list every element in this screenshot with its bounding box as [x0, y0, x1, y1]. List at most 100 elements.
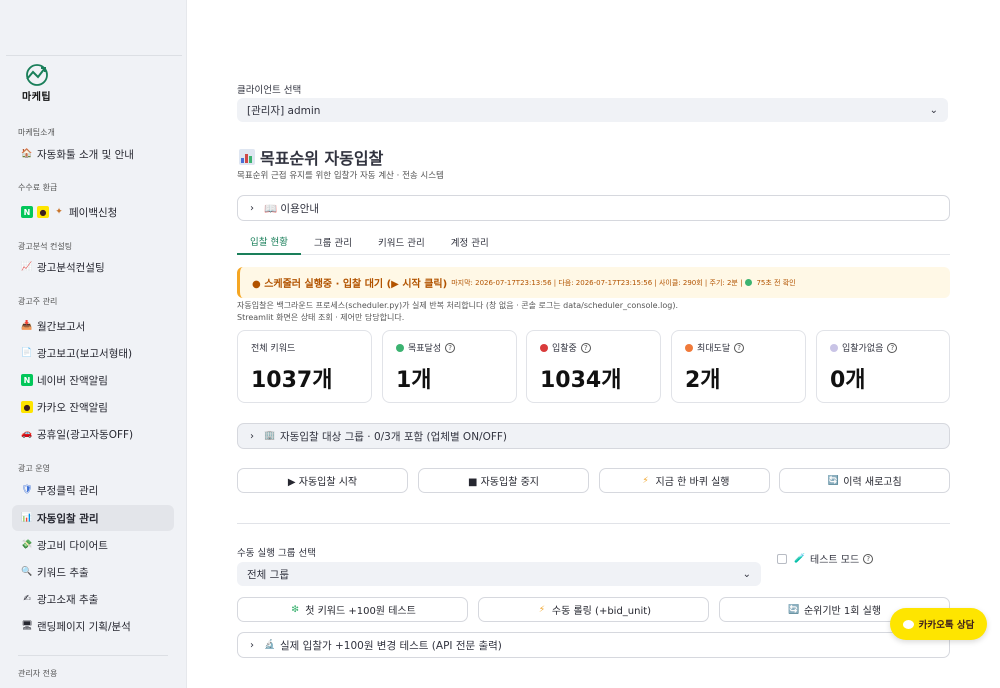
sidebar-item-payback[interactable]: N ● ✦ 페이백신청: [12, 199, 174, 225]
client-select-label: 클라이언트 선택: [237, 85, 302, 96]
metric-value: 1개: [396, 368, 432, 393]
purple-circle-icon: [830, 343, 838, 352]
refresh-icon: 🔄: [788, 604, 800, 615]
sidebar-item-intro[interactable]: 🏠 자동화툴 소개 및 안내: [12, 141, 174, 167]
monitor-icon: 🖥: [21, 621, 33, 631]
metric-label: 전체 키워드: [251, 344, 296, 354]
metric-label: 목표달성: [408, 344, 442, 354]
sidebar-item-label: 카카오 잔액알림: [37, 401, 108, 414]
tab-group-manage[interactable]: 그룹 관리: [301, 229, 365, 255]
sidebar-item-label: 월간보고서: [37, 320, 86, 333]
section-label-admin: 관리자 전용: [18, 669, 58, 678]
start-auto-bid-button[interactable]: ▶ 자동입찰 시작: [237, 468, 408, 493]
client-select[interactable]: [관리자] admin ⌄: [237, 98, 948, 122]
rank-based-run-label: 순위기반 1회 실행: [803, 606, 882, 617]
test-mode-toggle[interactable]: 🧪 테스트 모드 ?: [777, 551, 874, 566]
metric-value: 0개: [830, 368, 866, 393]
sidebar-item-naver-balance[interactable]: N 네이버 잔액알림: [12, 367, 174, 393]
chevron-right-icon: ›: [250, 430, 254, 442]
chevron-right-icon: ›: [250, 639, 254, 651]
refresh-history-button[interactable]: 🔄 이력 새로고침: [779, 468, 950, 493]
scheduler-note: 자동입찰은 백그라운드 프로세스(scheduler.py)가 실제 반복 처리…: [237, 300, 957, 324]
scheduler-status-check-text: 75초 전 확인: [756, 278, 796, 287]
metric-label-row: 목표달성?: [396, 341, 503, 354]
scheduler-note-line1: 자동입찰은 백그라운드 프로세스(scheduler.py)가 실제 반복 처리…: [237, 301, 678, 310]
api-test-expander[interactable]: › 🔬 실제 입찰가 +100원 변경 테스트 (API 전문 출력): [237, 632, 950, 658]
scheduler-note-line2: Streamlit 화면은 상태 조회 · 제어만 담당합니다.: [237, 313, 405, 322]
sidebar-item-landing-page[interactable]: 🖥 랜딩페이지 기획/분석: [12, 613, 174, 639]
house-icon: 🏠: [21, 149, 33, 159]
orange-circle-icon: [685, 343, 693, 352]
manual-rolling-button[interactable]: ⚡ 수동 롤링 (+bid_unit): [478, 597, 709, 622]
ginger-icon: ✦: [55, 207, 63, 217]
section-divider: [237, 523, 950, 524]
sidebar-divider: [6, 55, 182, 56]
metric-card-total: 전체 키워드 1037개: [237, 330, 372, 403]
scheduler-status-text: ● 스케줄러 실행중 · 입찰 대기 (▶ 시작 클릭): [252, 279, 448, 290]
chat-bubble-icon: [902, 619, 914, 629]
building-icon: 🏢: [264, 431, 276, 441]
sidebar-item-label: 페이백신청: [69, 206, 118, 219]
sidebar-item-analysis[interactable]: 📈 광고분석컨설팅: [12, 254, 174, 280]
refresh-history-label: 이력 새로고침: [843, 477, 902, 488]
manual-group-label: 수동 실행 그룹 선택: [237, 548, 316, 559]
api-test-expander-label: 실제 입찰가 +100원 변경 테스트 (API 전문 출력): [280, 639, 502, 652]
test-mode-label: 테스트 모드: [810, 555, 860, 566]
help-icon[interactable]: ?: [445, 342, 456, 353]
money-icon: 💸: [21, 540, 33, 550]
client-select-value: [관리자] admin: [247, 104, 321, 117]
stop-auto-bid-button[interactable]: ■ 자동입찰 중지: [418, 468, 589, 493]
sidebar: 마케팁 마케팁소개 🏠 자동화툴 소개 및 안내 수수료 환급 N ● ✦ 페이…: [0, 0, 187, 688]
section-label-intro: 마케팁소개: [18, 128, 55, 137]
test-tube-icon: 🧪: [794, 553, 806, 564]
tab-bid-status[interactable]: 입찰 현황: [237, 229, 301, 255]
sidebar-item-fraud-click[interactable]: 🛡 부정클릭 관리: [12, 477, 174, 503]
manual-group-select-value: 전체 그룹: [247, 568, 289, 581]
help-icon[interactable]: ?: [863, 553, 874, 564]
chart-up-icon: 📈: [21, 262, 33, 272]
microscope-icon: 🔬: [264, 640, 276, 650]
sidebar-item-auto-bid[interactable]: 📊 자동입찰 관리: [12, 505, 174, 531]
document-icon: 📄: [21, 348, 33, 358]
run-once-button[interactable]: ⚡ 지금 한 바퀴 실행: [599, 468, 770, 493]
scheduler-status-meta: 마지막: 2026-07-17T23:13:56 | 다음: 2026-07-1…: [451, 278, 743, 287]
sidebar-item-monthly-report[interactable]: 📥 월간보고서: [12, 313, 174, 339]
metric-label: 최대도달: [697, 344, 731, 354]
sidebar-item-label: 광고비 다이어트: [37, 539, 108, 552]
help-icon[interactable]: ?: [580, 342, 591, 353]
sidebar-item-label: 자동화툴 소개 및 안내: [37, 148, 134, 161]
help-icon[interactable]: ?: [887, 342, 898, 353]
test-mode-checkbox[interactable]: [777, 553, 787, 564]
tab-keyword-manage[interactable]: 키워드 관리: [365, 229, 438, 255]
sidebar-item-creative-extract[interactable]: ✍ 광고소재 추출: [12, 586, 174, 612]
scheduler-status-alert: ● 스케줄러 실행중 · 입찰 대기 (▶ 시작 클릭) 마지막: 2026-0…: [237, 267, 950, 298]
metric-label: 입찰가없음: [842, 344, 884, 354]
auto-bid-group-expander-label: 자동입찰 대상 그룹 · 0/3개 포함 (업체별 ON/OFF): [280, 430, 508, 443]
metric-card-max-reached: 최대도달? 2개: [671, 330, 806, 403]
tab-account-manage[interactable]: 계정 관리: [438, 229, 502, 255]
run-once-label: 지금 한 바퀴 실행: [655, 477, 730, 488]
manual-group-select[interactable]: 전체 그룹 ⌄: [237, 562, 761, 586]
help-icon[interactable]: ?: [734, 342, 745, 353]
first-keyword-test-button[interactable]: ❇ 첫 키워드 +100원 테스트: [237, 597, 468, 622]
pen-icon: ✍: [23, 594, 31, 604]
page-title: 목표순위 자동입찰: [239, 145, 383, 169]
metric-value: 1037개: [251, 368, 333, 393]
sidebar-item-label: 광고보고(보고서형태): [37, 347, 133, 360]
metric-value: 2개: [685, 368, 721, 393]
section-label-operation: 광고 운영: [18, 464, 50, 473]
lightning-icon: ⚡: [642, 475, 649, 486]
sidebar-item-holiday[interactable]: 🚗 공휴일(광고자동OFF): [12, 421, 174, 447]
sidebar-item-ad-diet[interactable]: 💸 광고비 다이어트: [12, 532, 174, 558]
kakao-consult-button[interactable]: 카카오톡 상담: [890, 608, 987, 640]
logo[interactable]: 마케팁: [22, 63, 56, 103]
red-circle-icon: [540, 343, 548, 352]
sidebar-item-keyword-extract[interactable]: 🔍 키워드 추출: [12, 559, 174, 585]
sidebar-item-kakao-balance[interactable]: ● 카카오 잔액알림: [12, 394, 174, 420]
naver-icon: N: [21, 206, 33, 218]
first-keyword-test-label: 첫 키워드 +100원 테스트: [305, 606, 416, 617]
sidebar-item-ad-report[interactable]: 📄 광고보고(보고서형태): [12, 340, 174, 366]
bar-chart-icon: 📊: [21, 513, 33, 523]
guide-expander[interactable]: › 📖 이용안내: [237, 195, 950, 221]
auto-bid-group-expander[interactable]: › 🏢 자동입찰 대상 그룹 · 0/3개 포함 (업체별 ON/OFF): [237, 423, 950, 449]
